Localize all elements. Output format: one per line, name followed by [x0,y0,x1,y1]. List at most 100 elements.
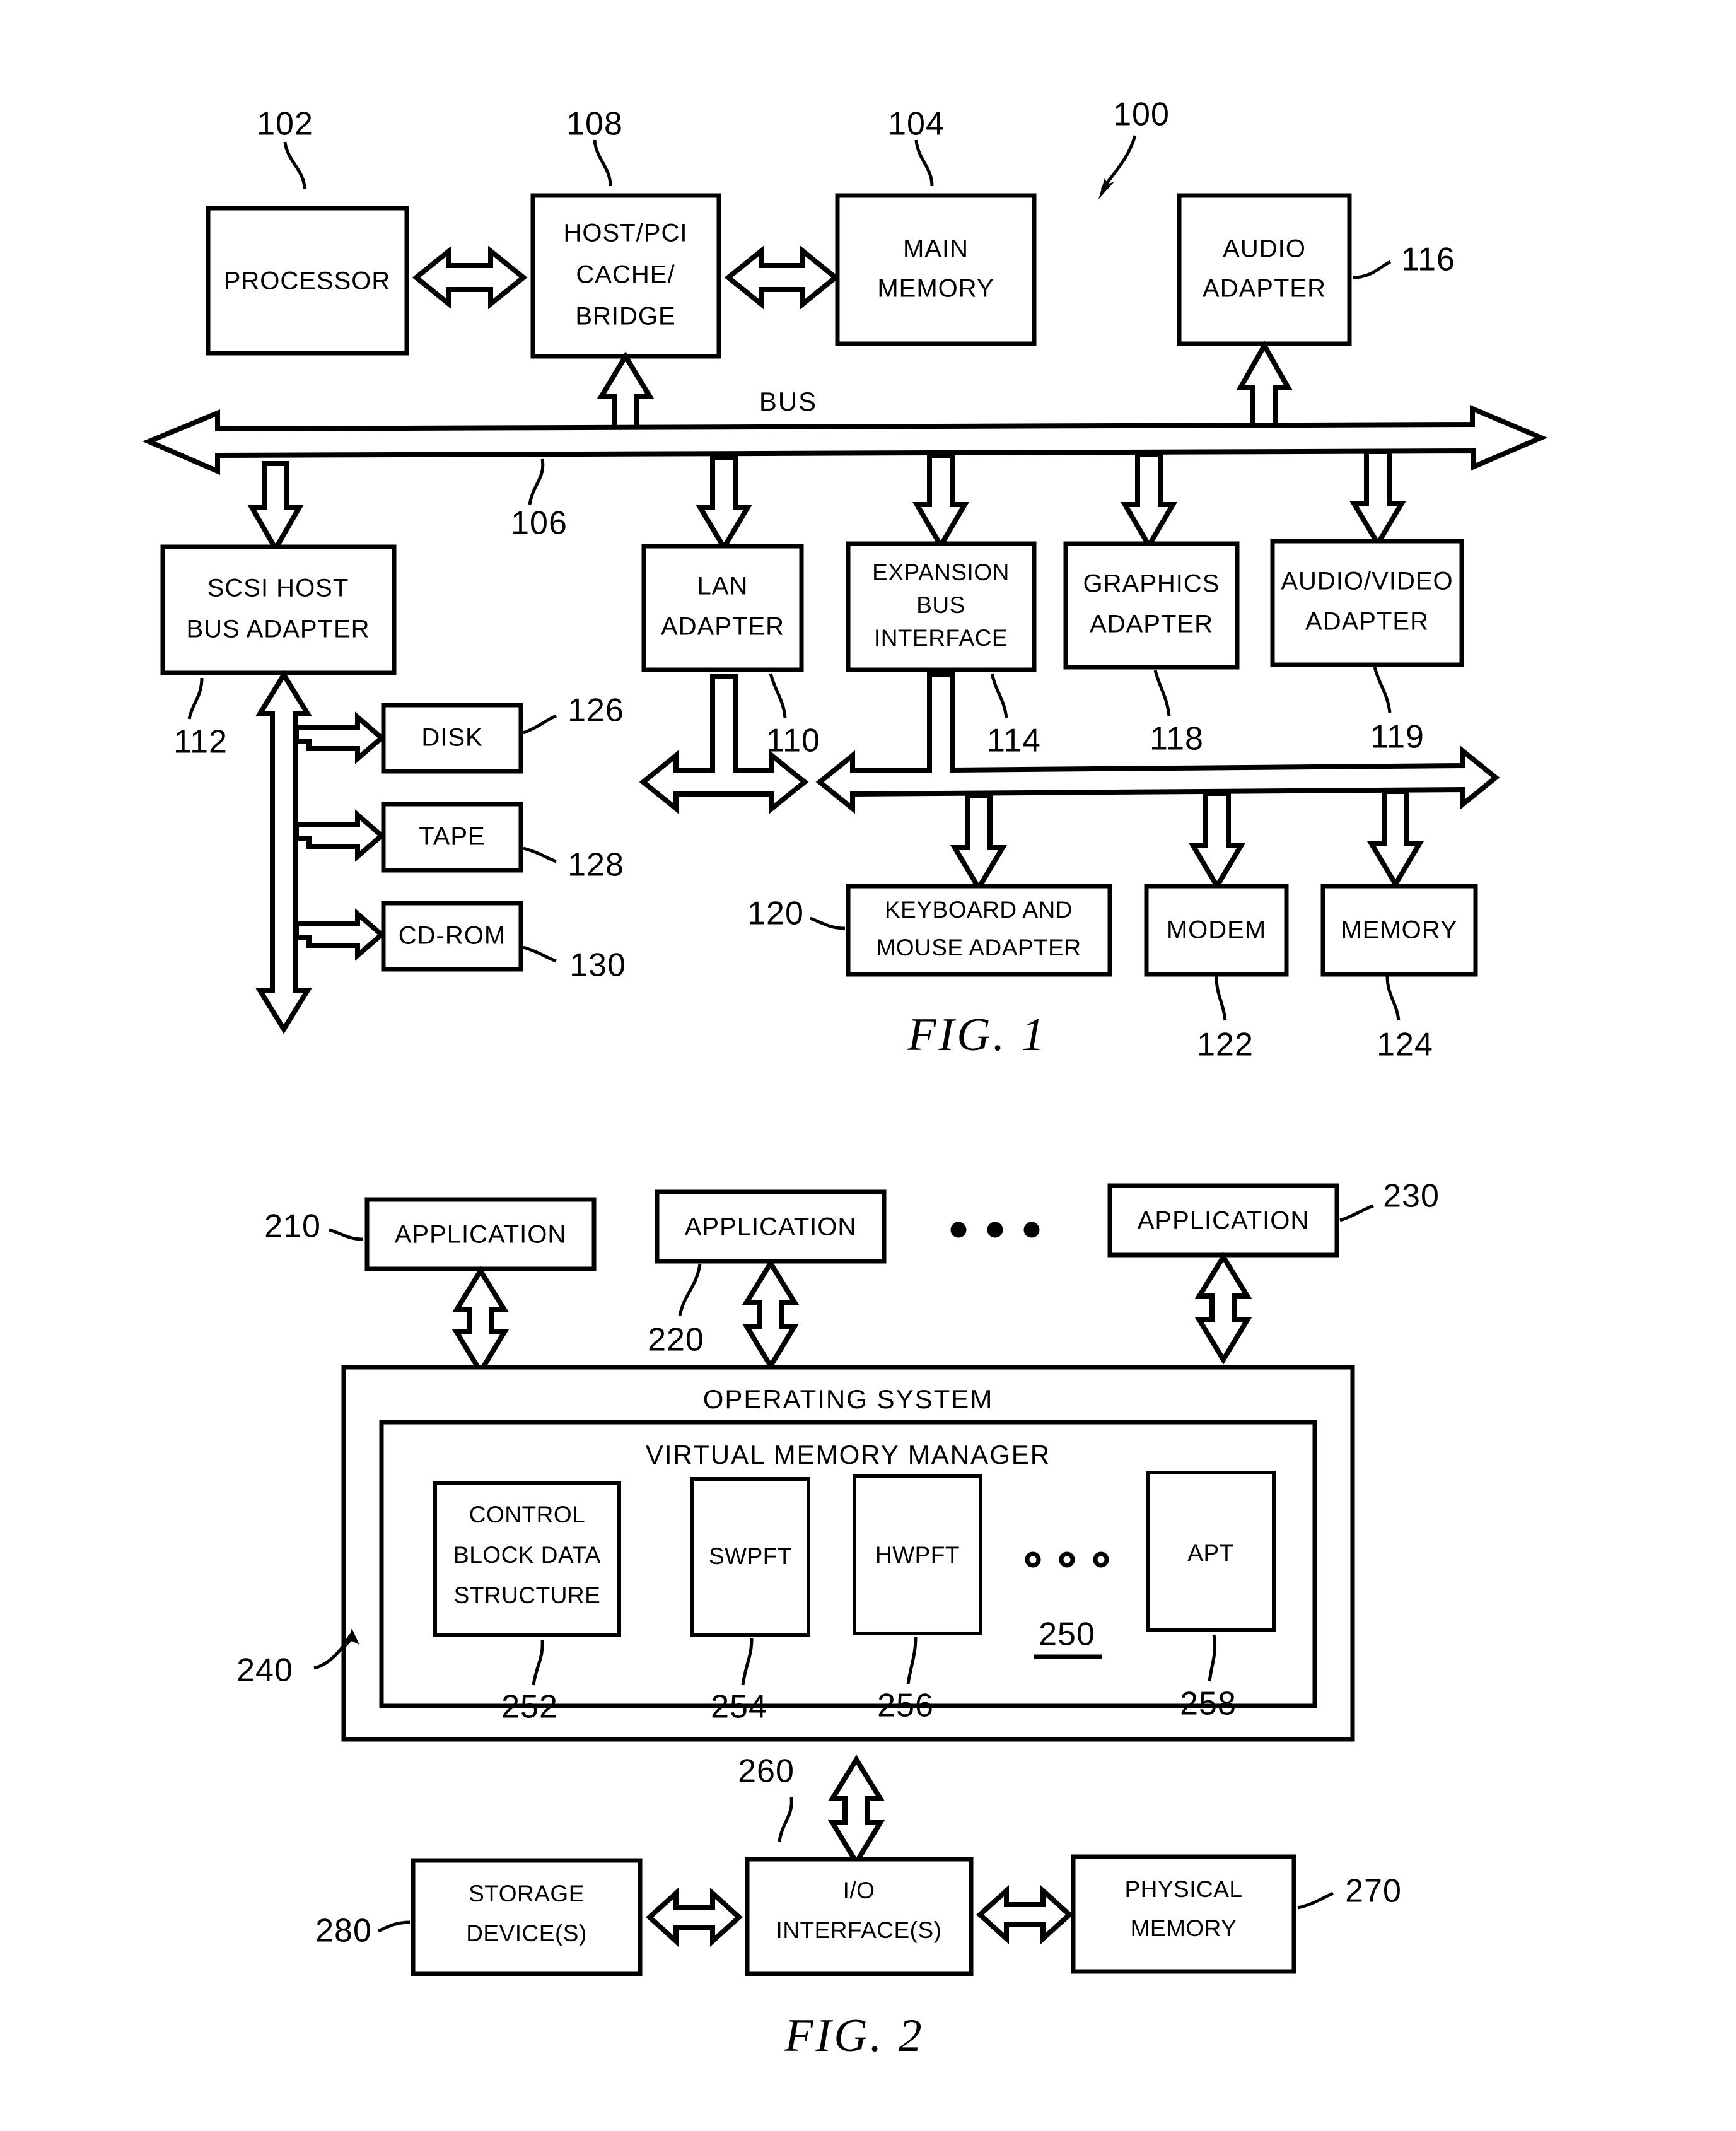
lan-label-line2: ADAPTER [661,613,784,641]
ref-254: 254 [711,1689,767,1725]
apt-label: APT [1187,1540,1233,1566]
applications-ellipsis [950,1222,1040,1238]
bus-lan-connector-arrow [695,455,753,552]
modem-block: MODEM [1144,884,1289,977]
ref-220-leader [678,1263,702,1316]
memory-block: MEMORY [1320,884,1478,977]
ref-240: 240 [236,1652,293,1689]
ref-270: 270 [1345,1873,1402,1910]
processor-block: PROCESSOR [206,206,409,356]
ref-130: 130 [569,947,626,984]
hwpft-block: HWPFT [853,1474,982,1635]
application-1-label: APPLICATION [395,1221,567,1249]
ref-116-leader [1352,260,1392,279]
disk-block: DISK [381,703,523,774]
audio-video-label-line2: ADAPTER [1305,608,1429,636]
io-physical-memory-arrow [976,1884,1073,1945]
ref-256: 256 [877,1688,934,1724]
cbds-label-line2: BLOCK DATA [453,1542,601,1568]
bridge-label-line3: BRIDGE [575,303,675,330]
bridge-memory-arrow [724,245,840,310]
figure-1-caption: FIG. 1 [907,1009,1047,1061]
bridge-label-line2: CACHE/ [576,261,675,289]
ref-124-leader [1385,976,1401,1021]
bus-scsi-connector-arrow [247,461,304,554]
ref-114: 114 [987,723,1041,759]
ref-112-leader [187,677,204,720]
ref-252: 252 [501,1689,558,1725]
ref-119: 119 [1370,719,1424,756]
ref-104: 104 [888,106,945,143]
ref-116: 116 [1401,242,1455,278]
ref-120-leader [810,916,846,930]
expansion-memory-connector-arrow [1366,789,1424,889]
ref-118-leader [1153,670,1171,716]
storage-label-line1: STORAGE [469,1881,585,1906]
ref-270-leader [1297,1891,1334,1910]
cdrom-block: CD-ROM [381,901,523,972]
graphics-label-line2: ADAPTER [1090,610,1213,638]
ref-108: 108 [566,106,623,143]
modem-label: MODEM [1167,916,1266,944]
scsi-disk-branch-arrow [294,711,386,764]
ref-100-arrowhead [1098,178,1114,199]
io-label-line2: INTERFACE(S) [776,1917,942,1943]
bridge-label-line1: HOST/PCI [564,219,688,247]
apt-block: APT [1146,1471,1276,1632]
ref-230-leader [1339,1204,1374,1222]
scsi-cdrom-branch-arrow [294,908,386,961]
ref-124: 124 [1377,1027,1433,1063]
ref-114-leader [990,673,1008,718]
physical-memory-label-line2: MEMORY [1131,1915,1237,1941]
ref-250: 250 [1039,1616,1095,1653]
figure-2-caption: FIG. 2 [784,2010,924,2062]
ref-102: 102 [257,106,313,143]
cdrom-label: CD-ROM [399,922,506,950]
bus-label: BUS [759,387,817,416]
ref-258: 258 [1180,1686,1237,1722]
system-bus: BUS [142,387,1548,476]
ref-210: 210 [264,1208,321,1245]
ref-110: 110 [766,723,820,759]
keyboard-label-line2: MOUSE ADAPTER [876,935,1081,960]
ref-104-leader [914,139,934,187]
ref-112: 112 [173,724,228,761]
disk-label: DISK [421,724,482,752]
ref-126-leader [523,714,557,735]
ref-230: 230 [1383,1178,1440,1215]
swpft-block: SWPFT [690,1477,810,1637]
figure-1: PROCESSOR HOST/PCI CACHE/ BRIDGE MAIN ME… [142,96,1548,2062]
processor-bridge-arrow [412,245,528,310]
audio-video-label-line1: AUDIO/VIDEO [1281,568,1453,595]
application-2-os-arrow [742,1258,800,1371]
bus-graphics-connector-arrow [1121,452,1177,551]
storage-devices-block: STORAGE DEVICE(S) [411,1858,643,1976]
processor-label: PROCESSOR [224,267,391,295]
ref-210-leader [329,1228,363,1241]
ref-120: 120 [747,896,804,932]
main-memory-block: MAIN MEMORY [835,193,1037,346]
operating-system-label: OPERATING SYSTEM [703,1384,994,1414]
application-1-block: APPLICATION [364,1197,597,1271]
cbds-label-line1: CONTROL [469,1502,585,1527]
expansion-label-line2: BUS [916,592,965,618]
physical-memory-label-line1: PHYSICAL [1124,1876,1242,1902]
cbds-label-line3: STRUCTURE [454,1582,601,1608]
ref-260: 260 [738,1753,795,1790]
ref-106: 106 [511,505,568,542]
scsi-host-bus-adapter-block: SCSI HOST BUS ADAPTER [160,544,397,675]
host-pci-cache-bridge-block: HOST/PCI CACHE/ BRIDGE [530,193,721,359]
lan-label-line1: LAN [697,573,749,600]
application-n-label: APPLICATION [1138,1207,1310,1235]
application-2-label: APPLICATION [685,1213,857,1241]
ref-108-leader [593,139,612,187]
audio-video-adapter-block: AUDIO/VIDEO ADAPTER [1270,539,1464,667]
expansion-bus-interface-block: EXPANSION BUS INTERFACE [846,541,1037,672]
physical-memory-block: PHYSICAL MEMORY [1071,1854,1296,1974]
main-memory-label-line1: MAIN [903,235,969,263]
graphics-label-line1: GRAPHICS [1083,570,1220,598]
main-memory-label-line2: MEMORY [877,275,994,303]
os-io-interface-arrow [827,1754,885,1867]
ref-220: 220 [648,1322,704,1358]
expansion-keyboard-connector-arrow [950,793,1008,893]
